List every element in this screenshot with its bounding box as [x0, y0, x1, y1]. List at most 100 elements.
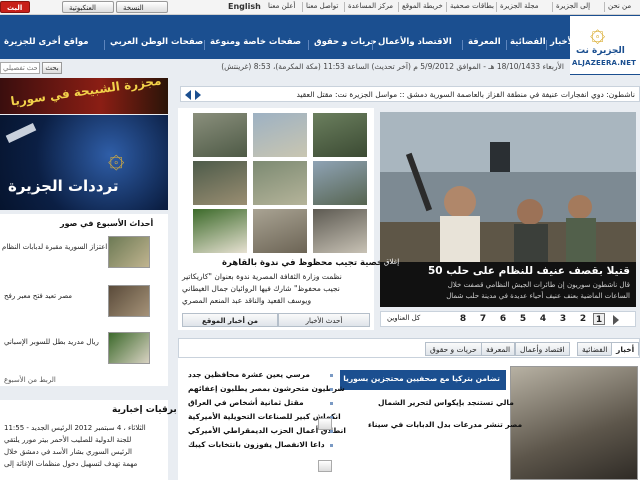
main-story-caption: 50 قتيلا بقصف عنيف للنظام على حلب قال نا… — [380, 258, 636, 307]
grid-photo[interactable] — [312, 208, 368, 254]
bottom-news-photo[interactable] — [510, 366, 638, 480]
all-headlines-link[interactable]: كل العناوين — [387, 314, 420, 322]
toplink-to-aljazeera[interactable]: إلى الجزيرة — [556, 2, 590, 10]
tab-news[interactable]: أخبار — [611, 342, 640, 356]
main-story-image[interactable] — [380, 112, 636, 262]
grid-photo[interactable] — [192, 160, 248, 206]
page-1[interactable]: 1 — [593, 313, 605, 325]
grid-photo[interactable] — [312, 160, 368, 206]
grid-photo[interactable] — [192, 208, 248, 254]
grid-photo[interactable] — [312, 112, 368, 158]
search-input[interactable] — [0, 62, 40, 74]
toplink-help[interactable]: مركز المساعدة — [348, 2, 393, 10]
nav-arab-world[interactable]: صفحات الوطن العربي — [110, 37, 203, 47]
page-7[interactable]: 7 — [477, 313, 489, 325]
live-stream-button[interactable]: البث المباشر — [0, 1, 33, 24]
toplink-contact[interactable]: تواصل معنا — [306, 2, 338, 10]
nav-channel[interactable]: الفضائية — [510, 37, 546, 47]
week-more-link[interactable]: الربط من الأسبوع — [4, 376, 56, 384]
main-story-title[interactable]: 50 قتيلا بقصف عنيف للنظام على حلب — [428, 265, 630, 277]
brief-line: الرئيس السوري بشار الأسد في دمشق خلال — [4, 448, 132, 456]
middle-story-line: نظمت وزارة الثقافة المصرية ندوة بعنوان "… — [182, 272, 342, 281]
scroll-down-button[interactable] — [318, 460, 332, 472]
nav-other-sites[interactable]: مواقع أخرى للجزيرة — [4, 37, 89, 47]
list-bullet-icon — [330, 402, 333, 405]
headline-link[interactable]: مصر تنشر مدرعات بدل الدبابات في سيناء — [368, 420, 522, 429]
week-photo-thumb[interactable] — [108, 236, 150, 268]
brief-line: للجنة الدولية للصليب الأحمر بيتر مورر يل… — [4, 436, 132, 444]
date-text: الأربعاء 18/10/1433 هـ - الموافق 5/9/201… — [221, 62, 564, 71]
tab-freedoms[interactable]: حريات و حقوق — [425, 342, 482, 356]
main-story-line: قال ناشطون سوريون إن طائرات الجيش النظام… — [447, 281, 630, 289]
nav-knowledge[interactable]: المعرفة — [468, 37, 501, 47]
classic-version-button[interactable]: العنكبوتية — [62, 1, 114, 13]
news-list-link[interactable]: داعا الانفصال يفوزون بانتخابات كيبك — [188, 440, 325, 449]
language-english-link[interactable]: English — [228, 2, 261, 11]
toplink-magazine[interactable]: مجلة الجزيرة — [500, 2, 539, 10]
brief-line: 11:55 - الثلاثاء ، 4 سبتمبر 2012 الرئيس … — [4, 424, 146, 432]
date-bar: بحث الأربعاء 18/10/1433 هـ - الموافق 5/9… — [0, 59, 570, 75]
week-item-link[interactable]: مصر تعيد فتح معبر رفح — [4, 292, 72, 300]
tab-economy[interactable]: اقتصاد وأعمال — [515, 342, 570, 356]
lite-version-button[interactable]: النسخة الخفيفة — [116, 1, 168, 24]
toplink-press[interactable]: بطاقات صحفية — [450, 2, 494, 10]
close-caption-button[interactable]: إغلاق — [384, 258, 399, 266]
news-list-link[interactable]: مقتل ثمانية أشخاص في العراق — [188, 398, 304, 407]
banner-ad-syria[interactable]: مجزرة الشبيحة في سوريا — [0, 73, 168, 114]
toplink-about[interactable]: من نحن — [608, 2, 631, 10]
toplink-advertise[interactable]: أعلن معنا — [268, 2, 295, 10]
top-link-bar: البث المباشر العنكبوتية النسخة الخفيفة E… — [0, 0, 640, 24]
news-ticker[interactable]: ناشطون: دوي انفجارات عنيفة في منطقة القز… — [180, 86, 640, 102]
tab-knowledge[interactable]: المعرفة — [481, 342, 516, 356]
week-photos-title[interactable]: أحداث الأسبوع في صور — [60, 219, 153, 228]
page-4[interactable]: 4 — [537, 313, 549, 325]
headline-item[interactable]: تضامن بتركيا مع صحفيين محتجزين بسوريا — [340, 370, 506, 390]
tab-latest-news[interactable]: أحدث الأخبار — [278, 313, 370, 327]
week-photo-thumb[interactable] — [108, 332, 150, 364]
grid-photo[interactable] — [252, 160, 308, 206]
list-bullet-icon — [330, 430, 333, 433]
ticker-prev-icon[interactable] — [185, 90, 191, 100]
tab-most-read[interactable]: من أخبار الموقع — [182, 313, 278, 327]
page-5[interactable]: 5 — [517, 313, 529, 325]
middle-story-line: نجيب محفوظ" شارك فيها الروائيان جمال الغ… — [182, 284, 340, 293]
brief-news-title: برقيات إخبارية — [112, 405, 177, 415]
aljazeera-logo-icon: ۞ — [590, 18, 606, 48]
headline-link[interactable]: مالي تستنجد بإيكواس لتحرير الشمال — [378, 398, 514, 407]
week-photo-thumb[interactable] — [108, 285, 150, 317]
tab-channel[interactable]: الفضائية — [577, 342, 613, 356]
bottom-news-area: تضامن بتركيا مع صحفيين محتجزين بسوريا ما… — [178, 358, 640, 480]
middle-story-line: ويوسف القعيد والناقد عبد المنعم المصري — [182, 296, 312, 305]
list-bullet-icon — [330, 444, 333, 447]
grid-photo[interactable] — [252, 208, 308, 254]
page-6[interactable]: 6 — [497, 313, 509, 325]
toplink-sitemap[interactable]: خريطة الموقع — [402, 2, 443, 10]
news-list-link[interactable]: مرسي يعين عشرة محافظين جدد — [188, 370, 310, 379]
site-header: مواقع أخرى للجزيرة صفحات الوطن العربي صف… — [0, 15, 640, 75]
news-list-link[interactable]: شرطيون متحرشون بمصر يطلبون إعفائهم — [188, 384, 345, 393]
page-2[interactable]: 2 — [577, 313, 589, 325]
grid-photo[interactable] — [252, 112, 308, 158]
brief-line: مهمة تهدف لتسهيل دخول منظمات الإغاثة إلى — [4, 460, 138, 468]
nav-special-pages[interactable]: صفحات خاصة ومنوعة — [210, 37, 301, 47]
ticker-text: ناشطون: دوي انفجارات عنيفة في منطقة القز… — [296, 90, 635, 99]
scroll-up-button[interactable] — [318, 418, 332, 430]
week-item-link[interactable]: اعتزاز السورية مقبرة لدبابات النظام — [2, 243, 107, 251]
pager-next-icon[interactable] — [613, 315, 619, 325]
satellite-icon — [5, 123, 37, 143]
page-3[interactable]: 3 — [557, 313, 569, 325]
nav-freedoms[interactable]: حريات و حقوق — [314, 37, 377, 47]
search-button[interactable]: بحث — [42, 62, 62, 74]
aljazeera-logo[interactable]: ۞ الجزيرة نت ALJAZEERA.NET — [570, 16, 640, 74]
middle-story-title[interactable]: شخصية تجيب محظوظ في ندوة بالقاهرة — [222, 258, 392, 268]
aljazeera-logo-icon: ۞ — [108, 141, 125, 174]
ticker-next-icon[interactable] — [195, 90, 201, 100]
week-item-link[interactable]: ريال مدريد بطل للسوبر الإسباني — [4, 338, 99, 346]
nav-economy[interactable]: الاقتصاد والأعمال — [378, 37, 452, 47]
banner-ad-frequencies[interactable]: ۞ ترددات الجزيرة — [0, 115, 168, 210]
category-tabs: حريات و حقوق المعرفة اقتصاد وأعمال الفضا… — [178, 338, 640, 358]
page-8[interactable]: 8 — [457, 313, 469, 325]
main-story-line: الساعات الماضية بعنف عنيف أحياء عديدة في… — [446, 292, 630, 300]
grid-photo[interactable] — [192, 112, 248, 158]
main-nav: مواقع أخرى للجزيرة صفحات الوطن العربي صف… — [0, 37, 577, 53]
